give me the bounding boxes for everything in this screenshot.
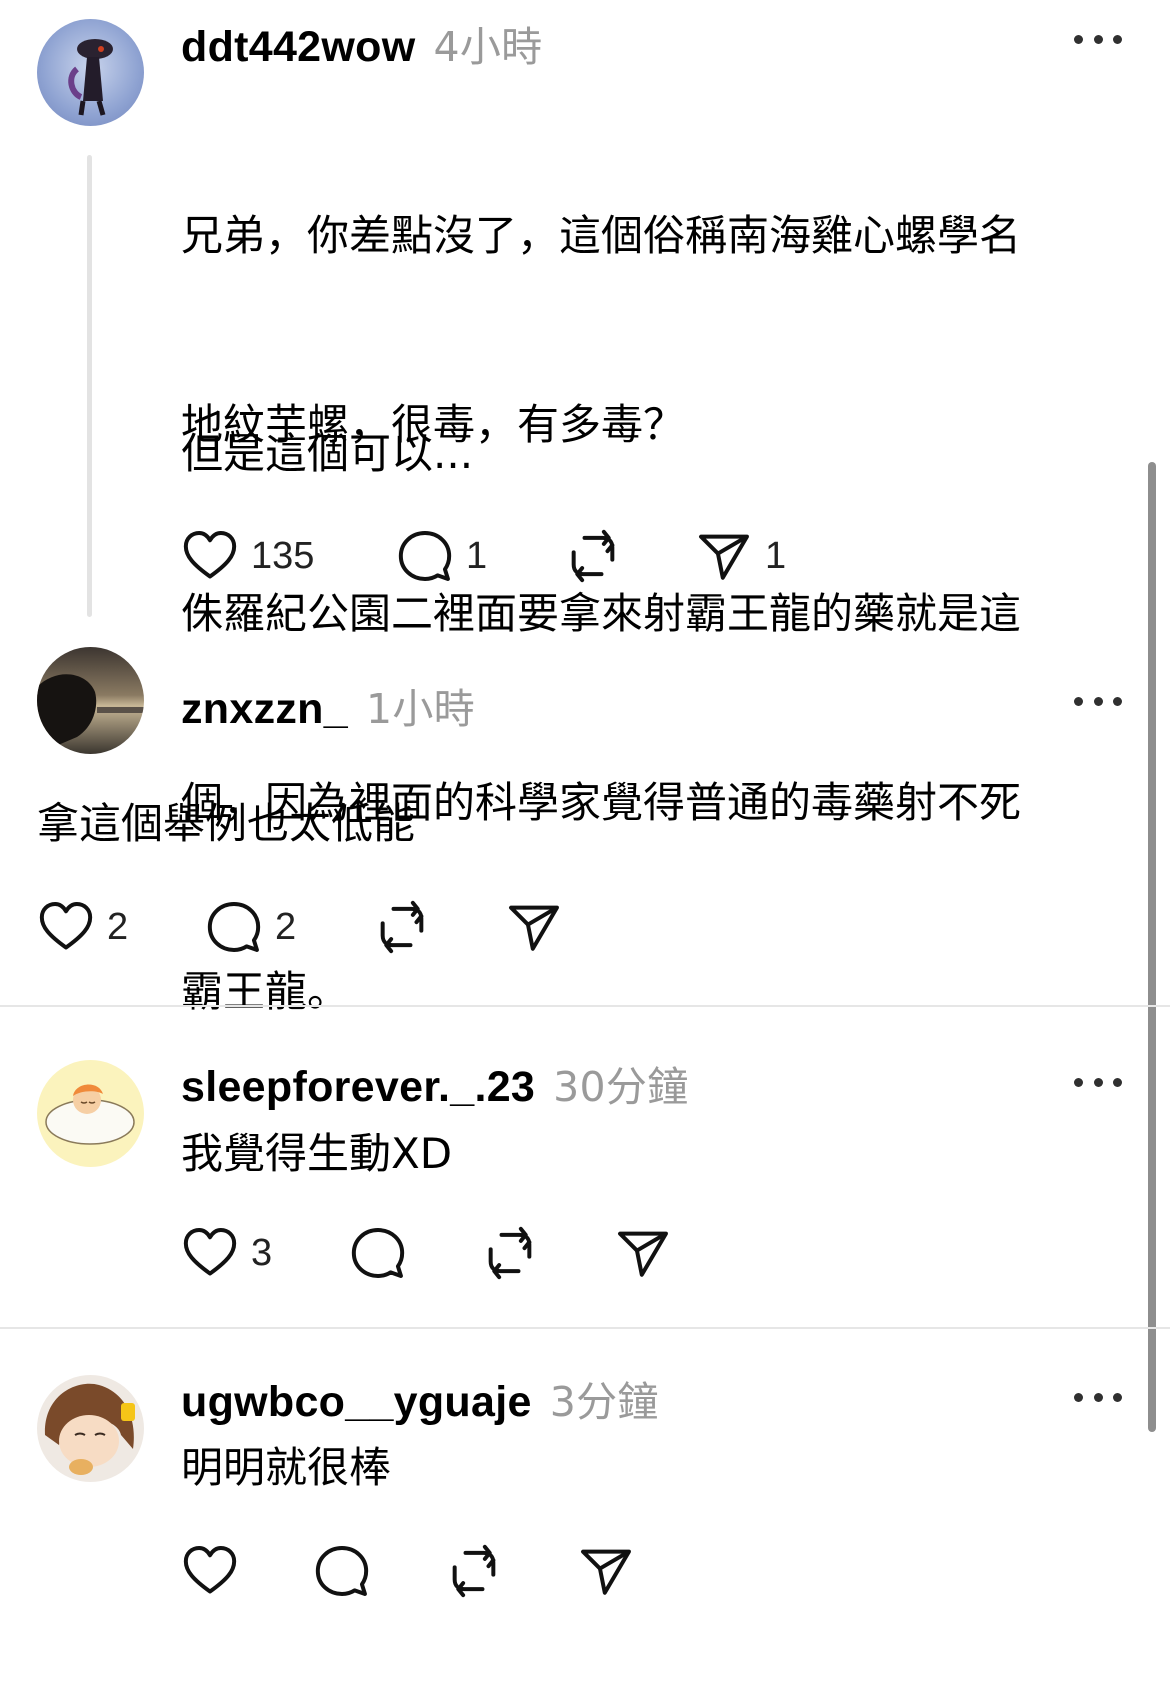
username[interactable]: ugwbco__yguaje 3分鐘 [181, 1368, 659, 1428]
heart-icon [181, 1542, 239, 1600]
heart-icon [37, 898, 95, 956]
send-icon [505, 898, 563, 956]
post-text-paragraph: 但是這個可以... [181, 429, 474, 478]
username[interactable]: sleepforever._.23 30分鐘 [181, 1053, 689, 1113]
reply-post: ugwbco__yguaje 3分鐘 明明就很棒 [0, 1329, 1150, 1684]
avatar[interactable] [37, 19, 144, 126]
reply-post: ddt442wow 4小時 兄弟，你差點沒了，這個俗稱南海雞心螺學名 地紋芋螺，很… [0, 0, 1150, 1016]
avatar[interactable] [37, 1060, 144, 1167]
repost-icon [373, 898, 431, 956]
avatar-image [68, 39, 113, 116]
like-button[interactable]: 2 [37, 897, 128, 957]
more-icon[interactable] [1074, 691, 1122, 711]
action-bar [181, 1541, 781, 1601]
share-button[interactable]: 1 [695, 526, 786, 586]
username-text[interactable]: ddt442wow [181, 23, 415, 71]
like-count: 3 [251, 1231, 273, 1274]
post-text: 拿這個舉例也太低能 [37, 799, 416, 848]
heart-icon [181, 527, 239, 585]
timestamp: 30分鐘 [553, 1063, 689, 1111]
more-icon[interactable] [1074, 1072, 1122, 1092]
post-text: 我覺得生動XD [181, 1129, 453, 1178]
avatar-image [45, 1084, 135, 1145]
send-icon [577, 1542, 635, 1600]
send-icon [695, 527, 753, 585]
send-icon [614, 1224, 672, 1282]
action-bar: 2 2 [37, 897, 637, 957]
username[interactable]: znxzzn_ 1小時 [181, 675, 475, 735]
heart-icon [181, 1224, 239, 1282]
repost-button[interactable] [564, 526, 622, 586]
timestamp: 1小時 [365, 685, 475, 733]
share-button[interactable] [577, 1541, 635, 1601]
repost-button[interactable] [481, 1223, 539, 1283]
repost-button[interactable] [373, 897, 431, 957]
like-count: 2 [107, 905, 129, 948]
post-text: 明明就很棒 [181, 1443, 392, 1492]
comment-icon [349, 1224, 407, 1282]
reply-button[interactable] [349, 1223, 407, 1283]
text-line: 兄弟，你差點沒了，這個俗稱南海雞心螺學名 [181, 211, 1022, 260]
comment-icon [396, 527, 454, 585]
timestamp: 4小時 [433, 23, 543, 71]
username-text[interactable]: ugwbco__yguaje [181, 1378, 532, 1426]
share-count: 1 [765, 534, 787, 577]
like-button[interactable] [181, 1541, 239, 1601]
action-bar: 135 1 1 [181, 526, 881, 586]
like-count: 135 [251, 534, 315, 577]
username-text[interactable]: sleepforever._.23 [181, 1063, 535, 1111]
share-button[interactable] [505, 897, 563, 957]
repost-icon [564, 527, 622, 585]
comment-icon [205, 898, 263, 956]
like-button[interactable]: 135 [181, 526, 314, 586]
reply-button[interactable] [313, 1541, 371, 1601]
more-icon[interactable] [1074, 29, 1122, 49]
action-bar: 3 [181, 1223, 781, 1283]
avatar-image [37, 674, 144, 754]
reply-button[interactable]: 2 [205, 897, 296, 957]
comment-icon [313, 1542, 371, 1600]
repost-icon [481, 1224, 539, 1282]
timestamp: 3分鐘 [549, 1378, 659, 1426]
reply-post: znxzzn_ 1小時 拿這個舉例也太低能 2 2 [0, 620, 1150, 1005]
avatar[interactable] [37, 1375, 144, 1482]
reply-count: 1 [466, 534, 488, 577]
username-text[interactable]: znxzzn_ [181, 685, 348, 733]
reply-button[interactable]: 1 [396, 526, 487, 586]
avatar[interactable] [37, 647, 144, 754]
username[interactable]: ddt442wow 4小時 [181, 13, 542, 73]
share-button[interactable] [614, 1223, 672, 1283]
reply-post: sleepforever._.23 30分鐘 我覺得生動XD 3 [0, 1007, 1150, 1327]
repost-button[interactable] [445, 1541, 503, 1601]
more-icon[interactable] [1074, 1387, 1122, 1407]
avatar-image [44, 1383, 135, 1475]
repost-icon [445, 1542, 503, 1600]
thread-line [87, 155, 92, 617]
reply-count: 2 [275, 905, 297, 948]
like-button[interactable]: 3 [181, 1223, 272, 1283]
